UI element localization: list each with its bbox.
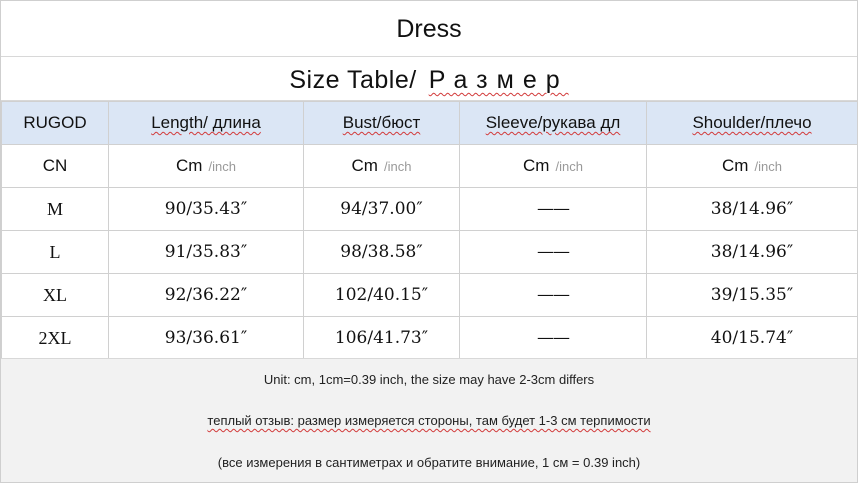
- bust-value: 102/40.15″: [303, 273, 460, 317]
- bust-value: 98/38.58″: [303, 230, 460, 274]
- unit-cm: Cm: [523, 156, 550, 175]
- notes-panel: Unit: cm, 1cm=0.39 inch, the size may ha…: [1, 358, 857, 482]
- table-row-l: L 91/35.83″ 98/38.58″ —— 38/14.96″: [1, 230, 858, 274]
- table-header-row: RUGOD Length/ длина Bust/бюст Sleeve/рук…: [1, 101, 858, 145]
- length-value: 92/36.22″: [108, 273, 304, 317]
- size-label: 2XL: [1, 316, 109, 360]
- length-value: 91/35.83″: [108, 230, 304, 274]
- unit-cell: Cm/inch: [459, 144, 647, 188]
- header-brand: RUGOD: [1, 101, 109, 145]
- unit-cm: Cm: [722, 156, 749, 175]
- unit-cm: Cm: [176, 156, 203, 175]
- header-sleeve-label: Sleeve/рукава дл: [485, 113, 621, 132]
- bust-value: 106/41.73″: [303, 316, 460, 360]
- shoulder-value: 40/15.74″: [646, 316, 858, 360]
- length-value: 93/36.61″: [108, 316, 304, 360]
- header-shoulder: Shoulder/плечо: [646, 101, 858, 145]
- sleeve-value: ——: [459, 230, 647, 274]
- shoulder-value: 39/15.35″: [646, 273, 858, 317]
- units-row-label: CN: [1, 144, 109, 188]
- unit-inch: /inch: [754, 159, 782, 174]
- header-length: Length/ длина: [108, 101, 304, 145]
- table-row-xl: XL 92/36.22″ 102/40.15″ —— 39/15.35″: [1, 273, 858, 317]
- unit-inch: /inch: [555, 159, 583, 174]
- size-label: M: [1, 187, 109, 231]
- sleeve-value: ——: [459, 273, 647, 317]
- header-length-label: Length/ длина: [151, 113, 261, 132]
- sleeve-value: ——: [459, 187, 647, 231]
- size-table: RUGOD Length/ длина Bust/бюст Sleeve/рук…: [1, 101, 858, 360]
- header-bust-label: Bust/бюст: [342, 113, 421, 132]
- size-table-heading: Size Table/Размер: [1, 57, 857, 101]
- shoulder-value: 38/14.96″: [646, 187, 858, 231]
- unit-cell: Cm/inch: [646, 144, 858, 188]
- note-unit: Unit: cm, 1cm=0.39 inch, the size may ha…: [263, 372, 595, 387]
- unit-cell: Cm/inch: [108, 144, 304, 188]
- size-table-heading-ru: Размер: [428, 66, 569, 94]
- size-table-heading-en: Size Table/: [289, 66, 417, 94]
- table-row-2xl: 2XL 93/36.61″ 106/41.73″ —— 40/15.74″: [1, 316, 858, 360]
- page-title: Dress: [1, 1, 857, 57]
- table-row-m: M 90/35.43″ 94/37.00″ —— 38/14.96″: [1, 187, 858, 231]
- header-shoulder-label: Shoulder/плечо: [692, 113, 812, 132]
- note-measurement: (все измерения в сантиметрах и обратите …: [217, 455, 641, 470]
- header-sleeve: Sleeve/рукава дл: [459, 101, 647, 145]
- header-bust: Bust/бюст: [303, 101, 460, 145]
- size-label: L: [1, 230, 109, 274]
- unit-inch: /inch: [208, 159, 236, 174]
- unit-cell: Cm/inch: [303, 144, 460, 188]
- shoulder-value: 38/14.96″: [646, 230, 858, 274]
- sleeve-value: ——: [459, 316, 647, 360]
- size-label: XL: [1, 273, 109, 317]
- size-chart: Dress Size Table/Размер RUGOD Length/ дл…: [0, 0, 858, 483]
- unit-inch: /inch: [383, 159, 412, 174]
- unit-cm: Cm: [351, 156, 378, 175]
- length-value: 90/35.43″: [108, 187, 304, 231]
- units-row: CN Cm/inch Cm/inch Cm/inch Cm/inch: [1, 144, 858, 188]
- note-tolerance: теплый отзыв: размер измеряется стороны,…: [207, 413, 651, 428]
- bust-value: 94/37.00″: [303, 187, 460, 231]
